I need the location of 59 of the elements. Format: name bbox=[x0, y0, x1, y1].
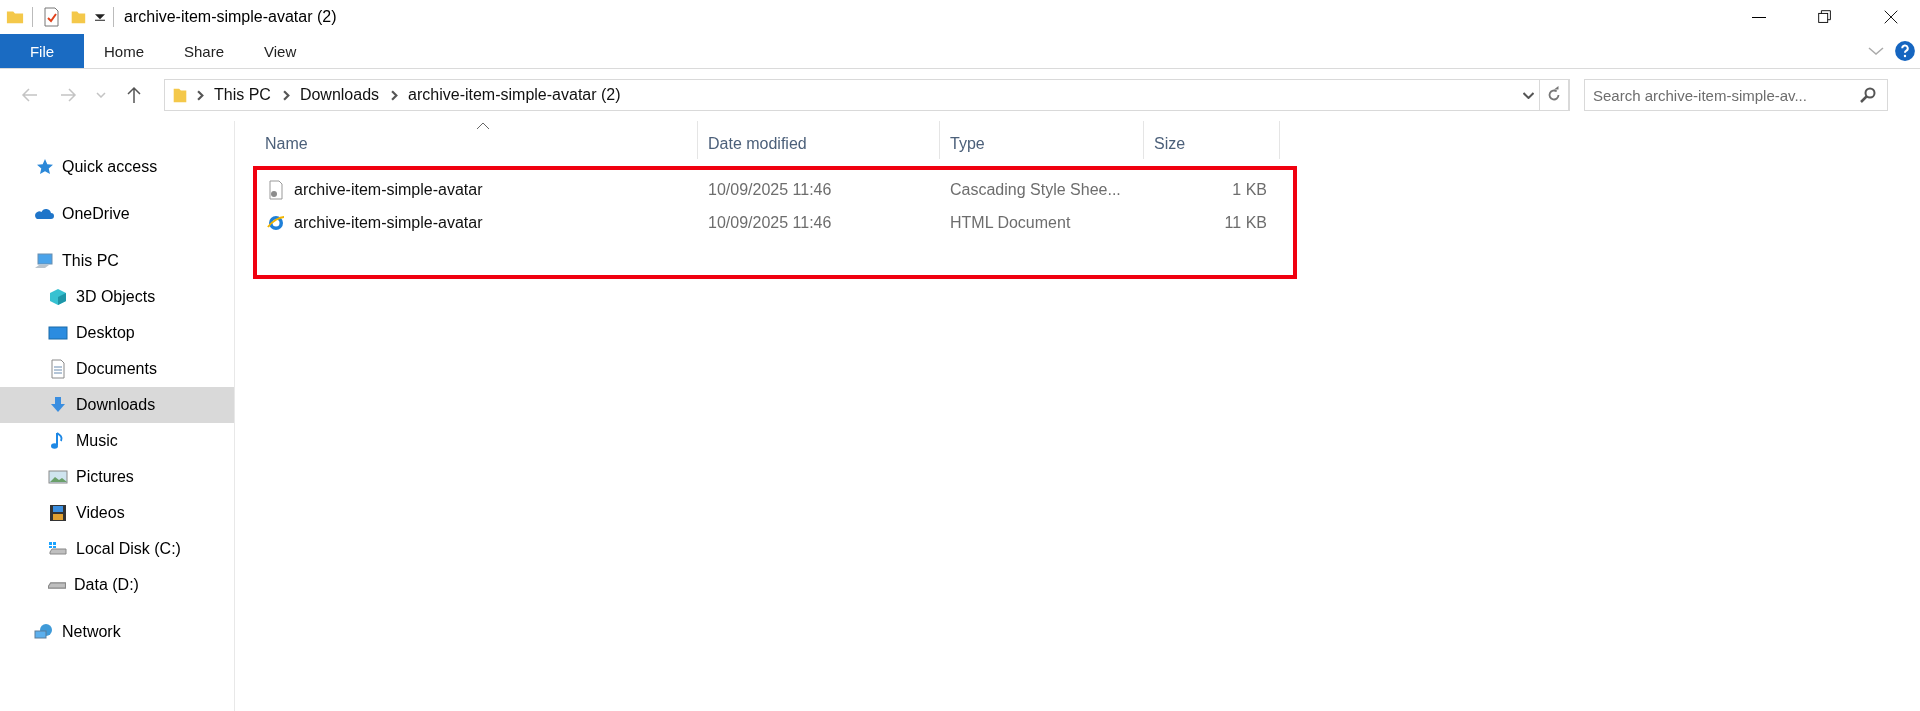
sidebar-item[interactable]: Network bbox=[0, 614, 234, 650]
file-size: 1 KB bbox=[1231, 180, 1268, 199]
chevron-down-icon bbox=[1523, 91, 1534, 99]
sidebar-item[interactable]: Desktop bbox=[0, 315, 234, 351]
date-modified: 10/09/2025 11:46 bbox=[707, 213, 833, 232]
sidebar-item[interactable]: Music bbox=[0, 423, 234, 459]
desktop-icon bbox=[48, 323, 68, 343]
film-icon bbox=[48, 503, 68, 523]
window-title: archive-item-simple-avatar (2) bbox=[124, 8, 338, 26]
cube-icon bbox=[48, 287, 68, 307]
help-icon bbox=[1894, 40, 1916, 62]
refresh-button[interactable] bbox=[1539, 79, 1569, 111]
sort-ascending-icon bbox=[476, 122, 490, 130]
computer-icon bbox=[34, 251, 54, 271]
sidebar-item[interactable]: Documents bbox=[0, 351, 234, 387]
file-size: 11 KB bbox=[1223, 213, 1268, 232]
checklist-icon bbox=[41, 7, 61, 27]
ribbon-tab[interactable]: Share bbox=[164, 34, 245, 68]
sidebar-item[interactable]: OneDrive bbox=[0, 196, 234, 232]
chevron-right-icon bbox=[282, 89, 290, 101]
sidebar-item[interactable]: Downloads bbox=[0, 387, 234, 423]
search-field[interactable]: Search archive-item-simple-av... bbox=[1584, 79, 1888, 111]
close-icon bbox=[1882, 8, 1900, 26]
sidebar-item[interactable]: Data (D:) bbox=[0, 567, 234, 603]
breadcrumb-item[interactable]: This PC bbox=[210, 86, 275, 104]
column-header[interactable]: Name bbox=[255, 121, 698, 159]
sidebar-item[interactable]: Quick access bbox=[0, 149, 234, 185]
sidebar-item[interactable]: Local Disk (C:) bbox=[0, 531, 234, 567]
sidebar-item[interactable]: 3D Objects bbox=[0, 279, 234, 315]
ribbon-tab[interactable]: View bbox=[244, 34, 317, 68]
breadcrumb-item[interactable]: Downloads bbox=[295, 86, 384, 104]
column-header[interactable]: Type bbox=[940, 121, 1144, 159]
drive-icon bbox=[48, 581, 66, 589]
sidebar-item[interactable]: This PC bbox=[0, 243, 234, 279]
picture-icon bbox=[48, 467, 68, 487]
chevron-right-icon bbox=[197, 89, 204, 101]
expand-chevron-icon bbox=[1868, 47, 1884, 55]
minimize-icon bbox=[1752, 16, 1766, 18]
file-type: HTML Document bbox=[949, 213, 1072, 232]
ribbon-tab[interactable]: Home bbox=[84, 34, 164, 68]
restore-icon bbox=[1816, 8, 1834, 26]
sidebar-item[interactable]: Pictures bbox=[0, 459, 234, 495]
search-icon bbox=[1860, 87, 1876, 103]
file-type: Cascading Style Shee... bbox=[949, 180, 1122, 199]
file-tab[interactable]: File bbox=[0, 34, 84, 68]
document-icon bbox=[48, 359, 68, 379]
file-name[interactable]: archive-item-simple-avatar bbox=[294, 213, 483, 232]
stylesheet-file-icon bbox=[266, 179, 286, 200]
column-header[interactable]: Date modified bbox=[698, 121, 940, 159]
chevron-down-icon bbox=[96, 92, 106, 98]
address-bar[interactable]: This PC Downloads archive-item-simple-avatar (2) bbox=[164, 79, 1570, 111]
date-modified: 10/09/2025 11:46 bbox=[707, 180, 833, 199]
dropdown-arrow-icon bbox=[95, 13, 105, 21]
network-icon bbox=[34, 622, 54, 642]
sidebar-item[interactable]: Videos bbox=[0, 495, 234, 531]
chevron-right-icon bbox=[391, 89, 399, 101]
breadcrumb-item[interactable]: archive-item-simple-avatar (2) bbox=[404, 86, 625, 104]
column-header[interactable]: Size bbox=[1144, 121, 1280, 159]
file-name[interactable]: archive-item-simple-avatar bbox=[294, 180, 483, 199]
